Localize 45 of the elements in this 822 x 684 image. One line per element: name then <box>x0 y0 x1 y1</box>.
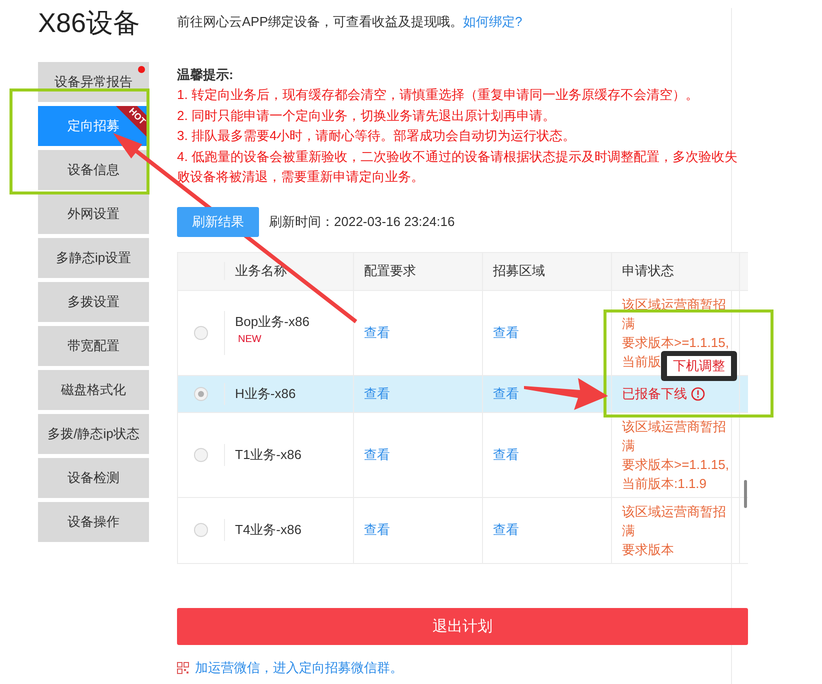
alert-dot <box>138 66 145 74</box>
sidebar-item[interactable]: 多静态ip设置 <box>38 238 149 278</box>
status-text: 要求版本>=1.1.15, <box>622 334 729 352</box>
sidebar-item[interactable]: 多拨设置 <box>38 282 149 322</box>
page-title: X86设备 <box>38 8 142 40</box>
sidebar-item[interactable]: 多拨/静态ip状态 <box>38 414 149 454</box>
tooltip: 下机调整 <box>661 350 737 381</box>
sidebar-item[interactable]: 设备异常报告 <box>38 62 149 102</box>
column-header: 申请状态 <box>611 252 740 290</box>
status-text: 已报备下线 <box>622 385 687 404</box>
sidebar-item[interactable]: 设备操作 <box>38 502 149 542</box>
sidebar-item[interactable]: 带宽配置 <box>38 326 149 366</box>
status-text: 当前版 <box>622 352 661 371</box>
sidebar-item[interactable]: 外网设置 <box>38 194 149 234</box>
service-name: H业务-x86 <box>235 386 296 401</box>
tip-text: 4. 低跑量的设备会被重新验收，二次验收不通过的设备请根据状态提示及时调整配置，多次验收失败设备将被清退，需要重新申请定向业务。 <box>177 148 738 186</box>
refresh-time: 刷新时间：2022-03-16 23:24:16 <box>269 212 455 231</box>
radio-button[interactable] <box>194 523 208 538</box>
status-text: 该区域运营商暂招满 <box>622 418 727 455</box>
status-text: 该区域运营商暂招满 <box>622 502 727 540</box>
tip-text: 2. 同时只能申请一个定向业务，切换业务请先退出原计划再申请。 <box>177 106 556 125</box>
table-row[interactable]: T1业务-x86 查看 查看 该区域运营商暂招满 要求版本>=1.1.15, 当前版本:1.1.9 <box>177 412 748 498</box>
status-text: 要求版本 <box>622 540 674 559</box>
column-header: 配置要求 <box>353 252 482 290</box>
tip-text: 1. 转定向业务后，现有缓存都会清空，请慎重选择（重复申请同一业务原缓存不会清空）。 <box>177 86 700 104</box>
status-text: 当前版本:1.1.9 <box>622 474 707 493</box>
radio-button[interactable] <box>194 386 208 401</box>
tips-heading: 温馨提示: <box>177 66 234 84</box>
column-header: 招募区域 <box>482 252 611 290</box>
tip-text: 3. 排队最多需要4小时，请耐心等待。部署成功会自动切为运行状态。 <box>177 127 577 146</box>
qr-code-icon <box>177 662 189 674</box>
service-name: T1业务-x86 <box>235 446 302 462</box>
table-row[interactable]: H业务-x86 查看 查看 已报备下线 <box>177 376 748 413</box>
sidebar-item[interactable]: 设备检测 <box>38 458 149 498</box>
service-name: T4业务-x86 <box>235 522 302 538</box>
scrollbar-thumb[interactable] <box>744 480 747 508</box>
sidebar-item[interactable]: 设备信息 <box>38 150 149 190</box>
info-icon[interactable] <box>691 386 705 401</box>
table-row[interactable]: T4业务-x86 查看 查看 该区域运营商暂招满 要求版本 <box>177 498 748 564</box>
radio-button[interactable] <box>194 326 208 340</box>
sidebar-item[interactable]: 磁盘格式化 <box>38 370 149 410</box>
status-text: 要求版本>=1.1.15, <box>622 456 729 474</box>
intro-text: 前往网心云APP绑定设备，可查看收益及提现哦。如何绑定? <box>177 13 524 31</box>
radio-button[interactable] <box>194 448 208 462</box>
exit-plan-button[interactable]: 退出计划 <box>177 608 748 645</box>
